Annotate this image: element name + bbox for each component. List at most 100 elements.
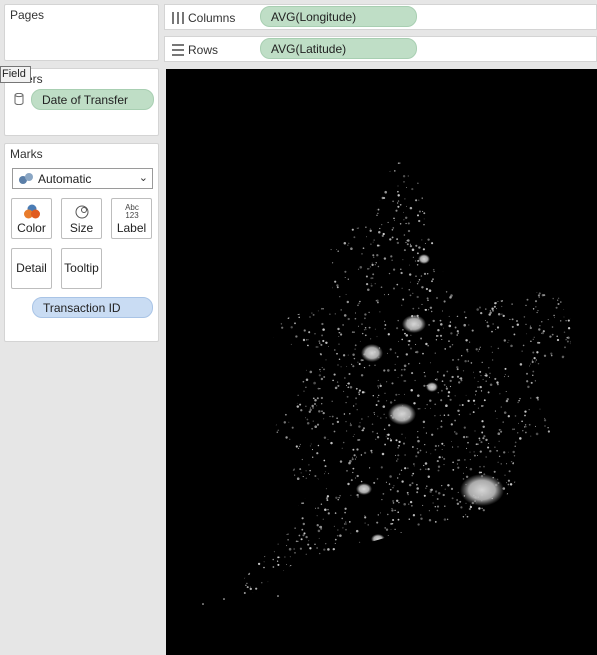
transaction-point bbox=[392, 287, 396, 290]
transaction-point bbox=[337, 250, 339, 252]
transaction-point bbox=[376, 336, 378, 338]
columns-pill-avg-longitude[interactable]: AVG(Longitude) bbox=[260, 6, 417, 27]
transaction-point bbox=[376, 436, 380, 439]
transaction-point bbox=[417, 439, 420, 443]
size-button[interactable]: Size bbox=[61, 198, 102, 239]
transaction-point bbox=[503, 376, 505, 378]
transaction-point bbox=[402, 442, 406, 445]
pages-card[interactable]: Pages bbox=[4, 4, 159, 61]
transaction-point bbox=[472, 399, 476, 402]
detail-button[interactable]: Detail bbox=[11, 248, 52, 289]
transaction-point bbox=[403, 181, 405, 183]
transaction-point bbox=[542, 330, 545, 333]
transaction-point bbox=[370, 243, 372, 245]
transaction-point bbox=[359, 340, 361, 342]
transaction-point bbox=[323, 418, 325, 420]
transaction-point bbox=[395, 454, 397, 456]
transaction-point bbox=[379, 311, 381, 313]
transaction-point bbox=[346, 469, 348, 472]
transaction-point bbox=[319, 371, 321, 372]
transaction-point bbox=[309, 445, 311, 447]
transaction-point bbox=[541, 332, 542, 334]
transaction-point bbox=[376, 432, 379, 435]
transaction-point bbox=[477, 350, 480, 352]
transaction-point bbox=[317, 387, 320, 390]
transaction-point bbox=[466, 515, 469, 518]
transaction-point bbox=[344, 523, 346, 525]
transaction-point bbox=[425, 287, 429, 291]
transaction-point bbox=[331, 422, 334, 426]
label-button[interactable]: Abc 123 Label bbox=[111, 198, 152, 239]
transaction-point bbox=[318, 340, 321, 343]
transaction-point bbox=[390, 255, 393, 258]
transaction-point bbox=[422, 504, 424, 506]
transaction-point bbox=[472, 411, 475, 414]
transaction-point bbox=[323, 548, 326, 551]
transaction-point bbox=[303, 532, 306, 535]
transaction-point bbox=[530, 397, 532, 399]
transaction-point bbox=[497, 347, 500, 350]
transaction-point bbox=[374, 328, 376, 330]
transaction-point bbox=[524, 410, 527, 413]
color-icon bbox=[23, 204, 40, 219]
transaction-point bbox=[300, 409, 303, 412]
transaction-point bbox=[473, 451, 475, 453]
rows-pill-avg-latitude[interactable]: AVG(Latitude) bbox=[260, 38, 417, 59]
transaction-point bbox=[287, 533, 289, 535]
transaction-point bbox=[381, 223, 383, 226]
transaction-point bbox=[305, 339, 308, 341]
transaction-point bbox=[437, 465, 441, 468]
transaction-point bbox=[466, 436, 468, 438]
filter-pill-date-of-transfer[interactable]: Date of Transfer bbox=[31, 89, 154, 110]
transaction-point bbox=[323, 473, 325, 475]
transaction-point bbox=[508, 470, 511, 473]
transaction-point bbox=[477, 455, 479, 456]
transaction-point bbox=[375, 404, 378, 406]
transaction-point bbox=[331, 415, 334, 418]
transaction-point bbox=[370, 338, 372, 340]
transaction-point bbox=[361, 253, 363, 255]
transaction-point bbox=[302, 522, 305, 526]
transaction-point bbox=[539, 408, 541, 410]
transaction-point bbox=[401, 304, 403, 306]
tooltip-button[interactable]: Tooltip bbox=[61, 248, 102, 289]
transaction-point bbox=[346, 385, 347, 386]
color-button[interactable]: Color bbox=[11, 198, 52, 239]
transaction-point bbox=[500, 430, 503, 433]
transaction-point bbox=[395, 439, 398, 442]
transaction-point bbox=[408, 289, 411, 291]
transaction-point bbox=[489, 311, 492, 314]
transaction-point bbox=[384, 392, 386, 394]
transaction-point bbox=[457, 446, 459, 448]
transaction-point bbox=[294, 527, 296, 529]
marks-field-transaction-id[interactable]: Transaction ID bbox=[32, 297, 153, 318]
transaction-point bbox=[364, 516, 367, 519]
transaction-point bbox=[364, 317, 366, 320]
transaction-point bbox=[396, 283, 399, 286]
transaction-point bbox=[441, 449, 443, 450]
map-scatter-view[interactable] bbox=[166, 69, 597, 655]
transaction-point bbox=[393, 485, 395, 487]
transaction-point bbox=[380, 466, 383, 469]
transaction-point bbox=[354, 477, 356, 479]
transaction-point bbox=[475, 348, 478, 351]
transaction-point bbox=[344, 270, 347, 273]
transaction-point bbox=[384, 443, 387, 446]
transaction-point bbox=[350, 479, 353, 482]
transaction-point bbox=[398, 440, 401, 444]
transaction-point bbox=[538, 328, 541, 331]
transaction-point bbox=[360, 359, 363, 362]
transaction-point bbox=[416, 487, 419, 490]
transaction-point bbox=[567, 327, 571, 330]
transaction-point bbox=[458, 381, 461, 384]
transaction-point bbox=[510, 460, 513, 463]
transaction-point bbox=[352, 471, 354, 474]
mark-type-dropdown[interactable]: Automatic ⌄ bbox=[12, 168, 153, 189]
transaction-point bbox=[459, 377, 461, 380]
transaction-point bbox=[551, 326, 554, 328]
transaction-point bbox=[297, 540, 299, 542]
transaction-point bbox=[368, 268, 370, 270]
transaction-point bbox=[302, 476, 304, 478]
transaction-point bbox=[373, 239, 375, 241]
transaction-point bbox=[312, 456, 314, 458]
